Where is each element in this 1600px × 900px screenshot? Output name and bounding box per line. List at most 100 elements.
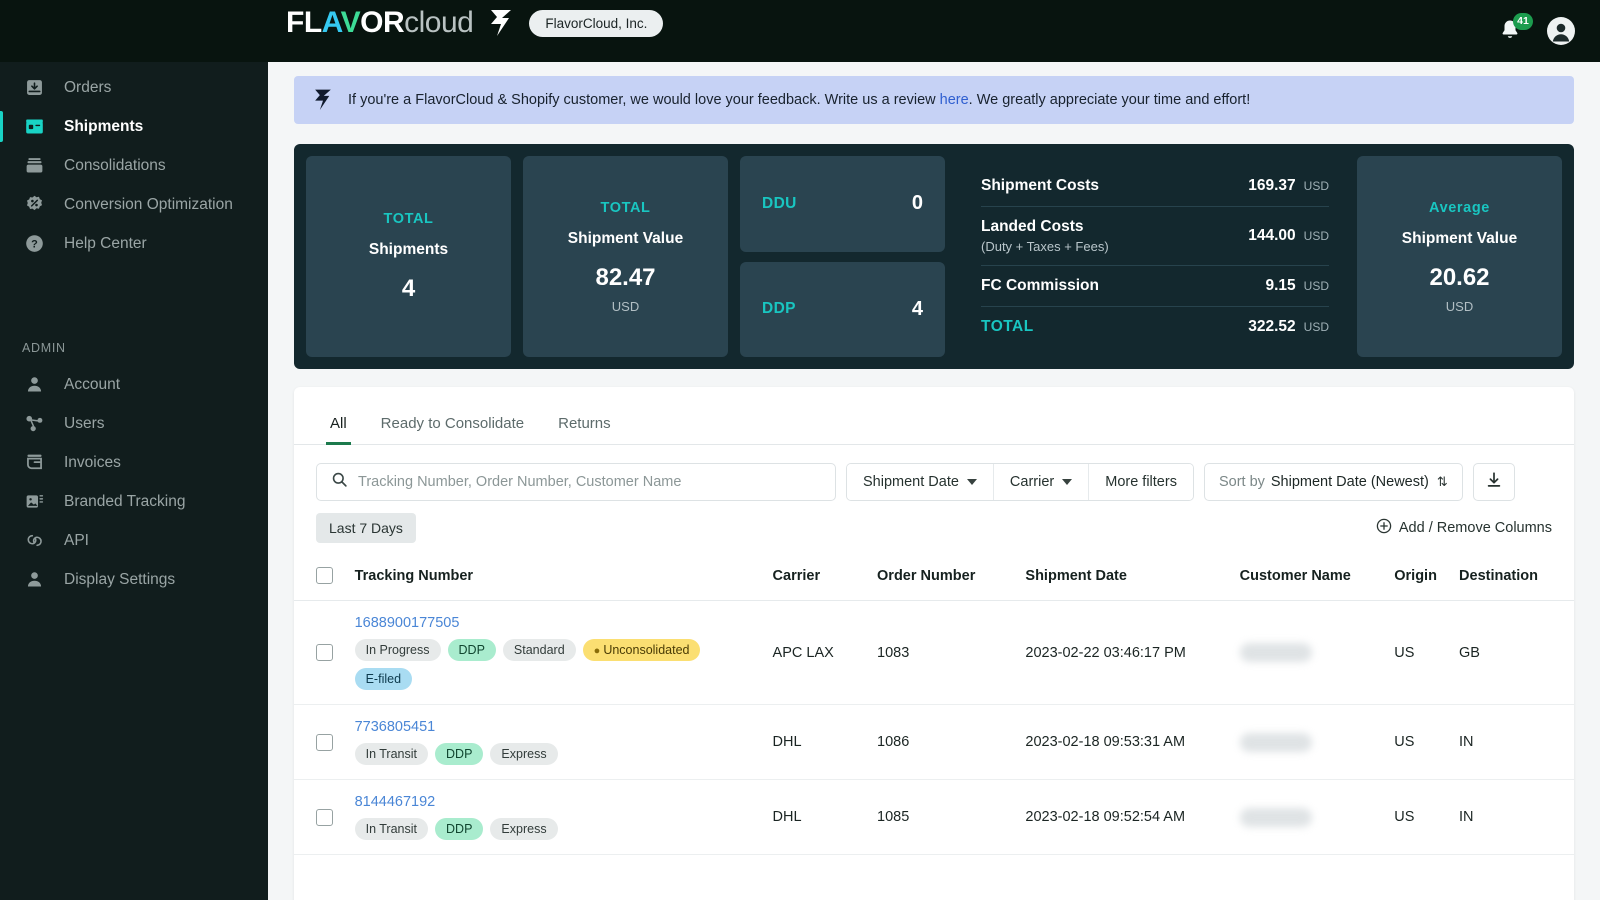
logo-fl: FL [286, 6, 322, 39]
cell-origin: US [1394, 779, 1460, 855]
sidebar: Orders Shipments Consolidations Conversi… [0, 0, 268, 900]
select-all-checkbox[interactable] [316, 567, 333, 584]
column-order-number[interactable]: Order Number [877, 557, 1026, 601]
search-box[interactable] [316, 463, 836, 501]
stat-value: 20.62 [1429, 263, 1490, 291]
sidebar-item-label: Account [64, 375, 121, 393]
invoice-icon [22, 451, 46, 475]
cell-carrier: APC LAX [772, 600, 878, 705]
table-row[interactable]: 7736805451 In Transit DDP Express DHL 10… [294, 704, 1574, 780]
duty-badge: DDP [435, 743, 484, 765]
api-spiral-icon [22, 529, 46, 553]
sidebar-item-orders[interactable]: Orders [0, 68, 268, 107]
sidebar-item-shipments[interactable]: Shipments [0, 107, 268, 146]
table-row[interactable]: 1688900177505 In Progress DDP Standard ●… [294, 600, 1574, 705]
column-tracking-number[interactable]: Tracking Number [354, 557, 773, 601]
cost-breakdown: Shipment Costs 169.37 USD Landed Costs (Du… [957, 156, 1345, 357]
banner-text-before: If you're a FlavorCloud & Shopify custom… [348, 92, 940, 108]
cell-tracking-number: 7736805451 In Transit DDP Express [354, 704, 773, 780]
sidebar-item-account[interactable]: Account [0, 365, 268, 404]
stat-title: Shipment Value [1401, 229, 1518, 247]
avatar[interactable] [1546, 16, 1576, 46]
cost-value: 169.37 [1248, 177, 1296, 194]
topbar-left-backdrop [0, 0, 268, 62]
tab-returns[interactable]: Returns [544, 405, 625, 444]
active-filter-chip-last-7-days[interactable]: Last 7 Days [316, 513, 416, 543]
cell-carrier: DHL [772, 779, 878, 855]
branded-tracking-image-icon [22, 490, 46, 514]
tracking-number-link[interactable]: 1688900177505 [355, 615, 773, 631]
sidebar-item-consolidations[interactable]: Consolidations [0, 146, 268, 185]
banner-review-link[interactable]: here [940, 92, 969, 108]
table-head: Tracking Number Carrier Order Number Shi… [294, 557, 1574, 601]
duty-badge: DDP [447, 639, 496, 661]
sidebar-item-label: Users [64, 414, 105, 432]
cell-destination: IN [1459, 779, 1574, 855]
users-network-icon [22, 412, 46, 436]
cost-row: Landed Costs (Duty + Taxes + Fees) 144.00… [981, 207, 1329, 266]
chip-row: Last 7 Days Add / Remove Columns [294, 501, 1574, 543]
sidebar-item-users[interactable]: Users [0, 404, 268, 443]
carrier-filter-label: Carrier [1009, 474, 1055, 490]
search-input[interactable] [358, 474, 821, 490]
row-tags: In Progress DDP Standard ● Unconsolidated… [354, 639, 727, 690]
sidebar-item-label: API [64, 531, 89, 549]
app-root: Orders Shipments Consolidations Conversi… [0, 0, 1600, 900]
sidebar-item-conversion-optimization[interactable]: Conversion Optimization [0, 185, 268, 224]
shipment-date-filter[interactable]: Shipment Date [847, 464, 994, 500]
table-row[interactable]: 8144467192 In Transit DDP Express DHL 10… [294, 779, 1574, 855]
dot-icon: ● [593, 645, 601, 657]
efile-badge: E-filed [354, 668, 413, 690]
column-carrier[interactable]: Carrier [772, 557, 878, 601]
sort-prefix: Sort by [1218, 474, 1265, 490]
cost-label: FC Commission [981, 277, 1099, 294]
column-destination[interactable]: Destination [1459, 557, 1574, 601]
sidebar-item-api[interactable]: API [0, 521, 268, 560]
tab-all[interactable]: All [316, 405, 361, 445]
sidebar-item-display-settings[interactable]: Display Settings [0, 560, 268, 599]
redacted-customer-name [1239, 807, 1312, 827]
row-checkbox[interactable] [316, 808, 333, 826]
sidebar-item-label: Branded Tracking [64, 492, 186, 510]
tracking-number-link[interactable]: 8144467192 [355, 794, 773, 810]
stat-ddp: DDP 4 [740, 261, 945, 357]
sidebar-item-branded-tracking[interactable]: Branded Tracking [0, 482, 268, 521]
orders-inbox-icon [22, 76, 46, 100]
flavorcloud-logo[interactable]: FLAVORcloud [286, 6, 474, 39]
row-checkbox[interactable] [316, 733, 333, 751]
sidebar-item-help-center[interactable]: ? Help Center [0, 224, 268, 263]
consolidations-stack-icon [22, 154, 46, 178]
carrier-filter[interactable]: Carrier [993, 464, 1090, 500]
cell-customer-name [1239, 779, 1395, 855]
tab-bar: All Ready to Consolidate Returns [294, 387, 1574, 445]
column-shipment-date[interactable]: Shipment Date [1025, 557, 1240, 601]
sidebar-item-label: Shipments [64, 117, 144, 135]
cell-customer-name [1239, 600, 1395, 705]
service-badge: Express [490, 818, 558, 840]
topbar-actions: 41 [1498, 0, 1576, 62]
add-remove-columns-button[interactable]: Add / Remove Columns [1376, 518, 1552, 538]
topbar: FLAVORcloud FlavorCloud, Inc. 41 [268, 0, 1600, 62]
column-origin[interactable]: Origin [1394, 557, 1460, 601]
column-customer-name[interactable]: Customer Name [1239, 557, 1395, 601]
cell-shipment-date: 2023-02-18 09:52:54 AM [1025, 779, 1240, 855]
sort-selector[interactable]: Sort by Shipment Date (Newest) ⇅ [1203, 463, 1463, 501]
tab-ready-to-consolidate[interactable]: Ready to Consolidate [367, 405, 538, 444]
status-badge: In Transit [354, 818, 429, 840]
person-icon [22, 568, 46, 592]
ddu-value: 0 [911, 192, 923, 215]
download-button[interactable] [1472, 463, 1515, 501]
stat-average-shipment-value: Average Shipment Value 20.62 USD [1357, 156, 1562, 357]
row-checkbox[interactable] [316, 644, 333, 661]
more-filters-button[interactable]: More filters [1089, 464, 1193, 500]
tracking-number-link[interactable]: 7736805451 [355, 719, 773, 735]
duty-column: DDU 0 DDP 4 [740, 156, 945, 357]
search-icon [331, 471, 348, 493]
ddu-label: DDU [762, 194, 797, 212]
shipments-table: Tracking Number Carrier Order Number Shi… [294, 557, 1574, 855]
sidebar-item-label: Conversion Optimization [64, 195, 233, 213]
notifications-button[interactable]: 41 [1498, 13, 1533, 44]
cell-origin: US [1394, 704, 1460, 780]
organization-selector[interactable]: FlavorCloud, Inc. [529, 9, 664, 37]
sidebar-item-invoices[interactable]: Invoices [0, 443, 268, 482]
